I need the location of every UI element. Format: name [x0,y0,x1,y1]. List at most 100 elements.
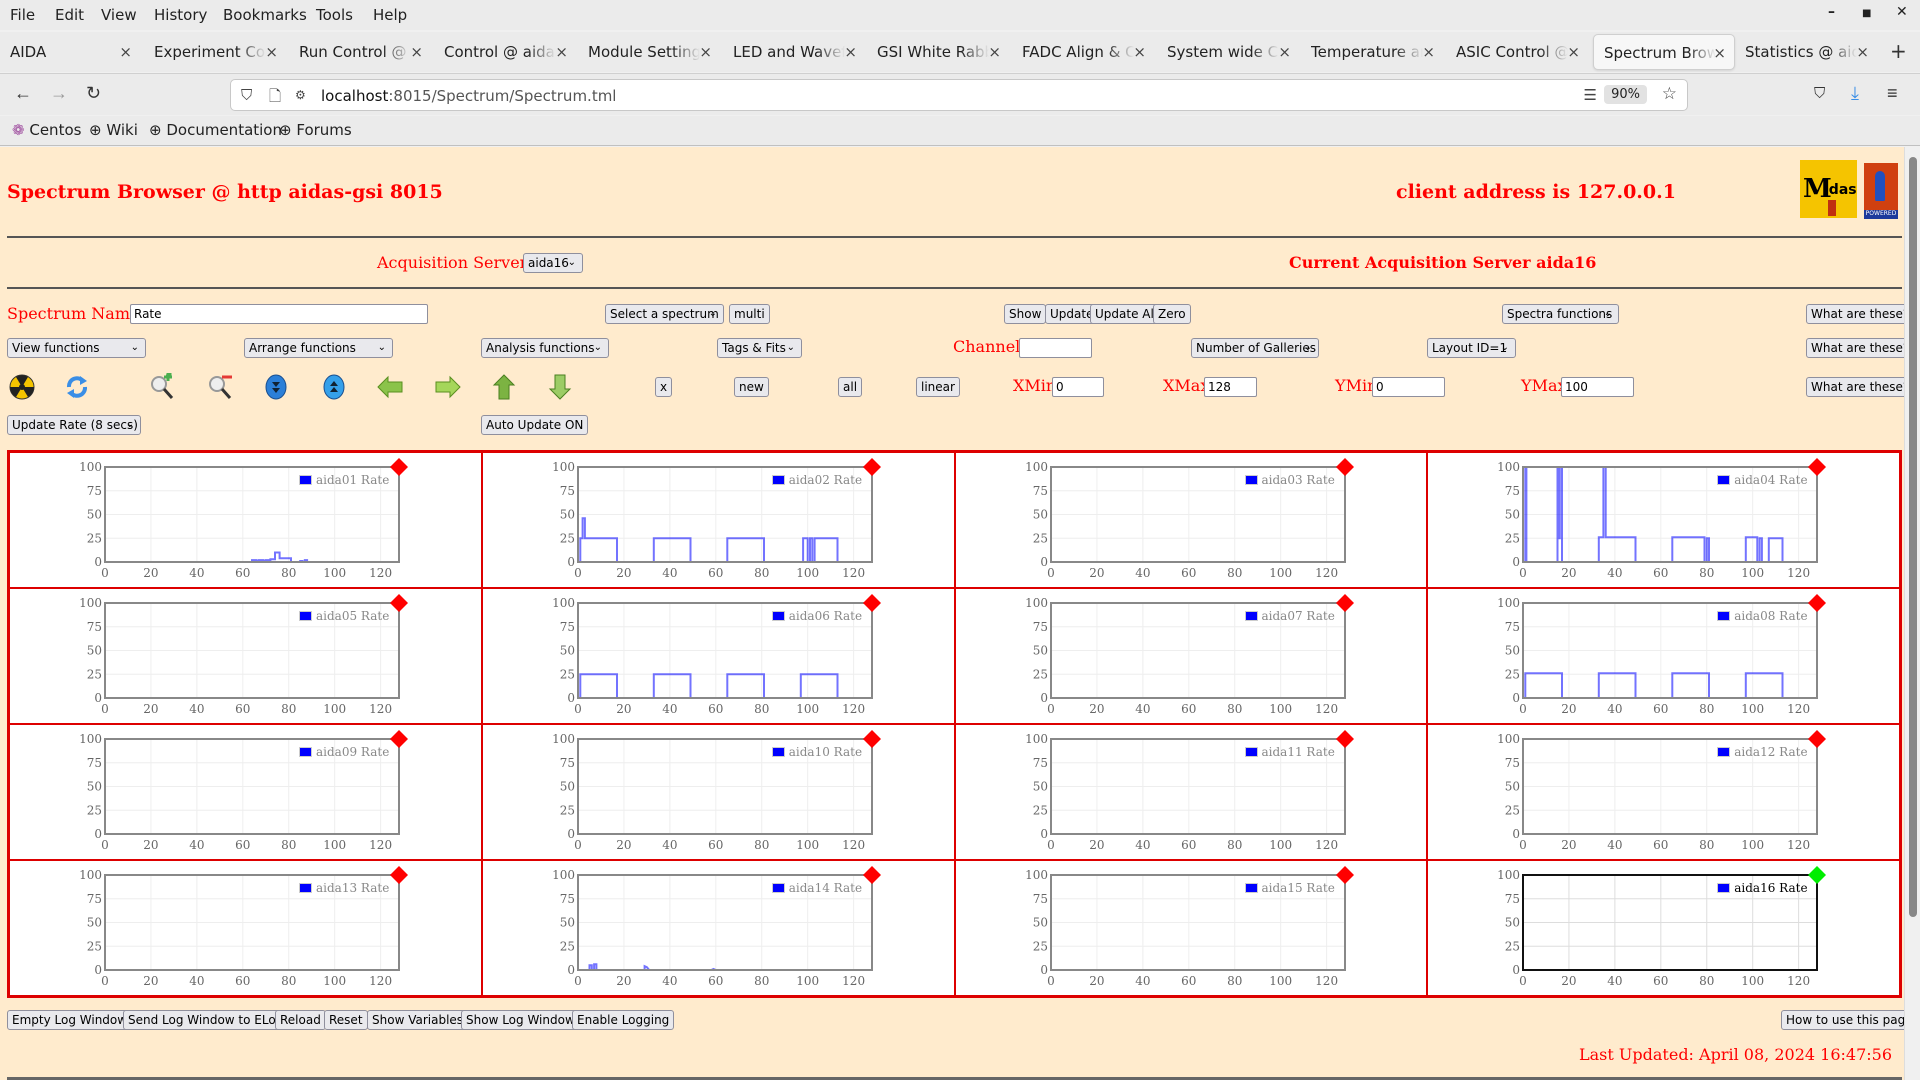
scrollbar-thumb[interactable] [1909,157,1917,917]
downloads-icon[interactable]: ⤓ [1851,83,1859,104]
empty-log-window-button[interactable]: Empty Log Window [7,1010,133,1030]
url-text[interactable]: localhost:8015/Spectrum/Spectrum.tml [321,87,616,105]
spectrum-chart[interactable]: 0 20 40 60 80 100 120 0 25 50 75 100 [10,589,483,725]
close-tab-icon[interactable]: × [1567,43,1580,61]
spectrum-panel[interactable]: 0 20 40 60 80 100 120 0 25 50 75 100 aida02 Rate [481,452,955,588]
bookmark-centos[interactable]: ❁ Centos [12,121,81,139]
tags-fits-dropdown[interactable]: Tags & Fits ⌄ [717,338,802,358]
x-button[interactable]: x [655,377,673,397]
menu-view[interactable]: View [101,6,137,24]
arrow-right-icon[interactable] [434,373,462,401]
show-button[interactable]: Show [1004,304,1047,324]
update-all-button[interactable]: Update All [1090,304,1163,324]
tab[interactable]: FADC Align & Control× [1012,34,1154,70]
zoom-in-icon[interactable] [148,373,176,401]
close-tab-icon[interactable]: × [1422,43,1435,61]
spectrum-panel[interactable]: 0 20 40 60 80 100 120 0 25 50 75 100 aida05 Rate [9,588,482,724]
bookmark-wiki[interactable]: ⊕ Wiki [89,121,138,139]
reload-icon[interactable]: ↻ [86,83,101,104]
linear-button[interactable]: linear [916,377,960,397]
page-scrollbar[interactable] [1904,147,1920,1080]
select-spectrum-dropdown[interactable]: Select a spectrum ⌄ [605,304,724,324]
bookmark-forums[interactable]: ⊕ Forums [279,121,352,139]
expand-up-icon[interactable] [320,373,348,401]
spectrum-panel[interactable]: 0 20 40 60 80 100 120 0 25 50 75 100 aida04 Rate [1427,452,1900,588]
multi-button[interactable]: multi [729,304,770,324]
spectrum-panel[interactable]: 0 20 40 60 80 100 120 0 25 50 75 100 aida09 Rate [9,724,482,860]
spectrum-chart[interactable]: 0 20 40 60 80 100 120 0 25 50 75 100 [956,589,1429,725]
spectrum-panel[interactable]: 0 20 40 60 80 100 120 0 25 50 75 100 aida01 Rate [9,452,482,588]
arrow-left-icon[interactable] [376,373,404,401]
menu-tools[interactable]: Tools [316,6,353,24]
menu-history[interactable]: History [154,6,207,24]
how-to-use-button[interactable]: How to use this page [1781,1010,1918,1030]
xmax-input[interactable] [1204,377,1257,397]
arrow-up-icon[interactable] [490,373,518,401]
tab[interactable]: Statistics @ aidas× [1735,34,1877,70]
arrange-functions-dropdown[interactable]: Arrange functions ⌄ [244,338,393,358]
reset-button[interactable]: Reset [324,1010,368,1030]
spectrum-chart[interactable]: 0 20 40 60 80 100 120 0 25 50 75 100 [1428,861,1901,997]
close-tab-icon[interactable]: × [119,43,132,61]
close-tab-icon[interactable]: × [410,43,423,61]
what-are-these-button[interactable]: What are these? [1806,304,1915,324]
close-tab-icon[interactable]: × [844,43,857,61]
spectrum-chart[interactable]: 0 20 40 60 80 100 120 0 25 50 75 100 [956,453,1429,589]
close-tab-icon[interactable]: × [1713,44,1726,62]
spectrum-chart[interactable]: 0 20 40 60 80 100 120 0 25 50 75 100 [483,725,956,861]
minimize-icon[interactable]: – [1828,4,1835,20]
close-tab-icon[interactable]: × [1278,43,1291,61]
ymin-input[interactable] [1372,377,1445,397]
menu-help[interactable]: Help [373,6,407,24]
auto-update-button[interactable]: Auto Update ON [481,415,589,435]
url-bar[interactable]: ⛉ 🗋 ⚙ localhost:8015/Spectrum/Spectrum.t… [230,79,1688,111]
close-tab-icon[interactable]: × [1856,43,1869,61]
new-tab-icon[interactable]: + [1890,39,1907,63]
spectrum-panel[interactable]: 0 20 40 60 80 100 120 0 25 50 75 100 aida14 Rate [481,860,956,997]
what-are-these-button[interactable]: What are these? [1806,377,1915,397]
spectrum-panel[interactable]: 0 20 40 60 80 100 120 0 25 50 75 100 aida06 Rate [481,588,956,725]
spectrum-chart[interactable]: 0 20 40 60 80 100 120 0 25 50 75 100 [483,589,956,725]
spectrum-chart[interactable]: 0 20 40 60 80 100 120 0 25 50 75 100 [10,725,483,861]
tab[interactable]: LED and Waveform× [723,34,865,70]
shield-icon[interactable]: ⛉ [241,86,252,104]
spectrum-chart[interactable]: 0 20 40 60 80 100 120 0 25 50 75 100 [10,453,483,589]
close-window-icon[interactable]: ✕ [1896,4,1908,20]
spectrum-panel[interactable]: 0 20 40 60 80 100 120 0 25 50 75 100 aida16 Rate [1427,860,1900,996]
tab[interactable]: System wide Checks× [1157,34,1299,70]
spectrum-chart[interactable]: 0 20 40 60 80 100 120 0 25 50 75 100 [483,861,956,997]
spectra-functions-dropdown[interactable]: Spectra functions ⌄ [1502,304,1619,324]
tab[interactable]: Module Settings × [578,34,720,70]
close-tab-icon[interactable]: × [265,43,278,61]
tab[interactable]: Temperature and× [1301,34,1443,70]
new-button[interactable]: new [734,377,769,397]
xmin-input[interactable] [1052,377,1104,397]
menu-bookmarks[interactable]: Bookmarks [223,6,307,24]
close-tab-icon[interactable]: × [699,43,712,61]
radiation-icon[interactable] [8,373,36,401]
forward-icon[interactable]: → [50,83,68,104]
spectrum-panel[interactable]: 0 20 40 60 80 100 120 0 25 50 75 100 aida15 Rate [954,860,1429,997]
spectrum-panel[interactable]: 0 20 40 60 80 100 120 0 25 50 75 100 aida11 Rate [954,724,1429,861]
spectrum-name-input[interactable] [130,304,428,324]
spectrum-chart[interactable]: 0 20 40 60 80 100 120 0 25 50 75 100 [956,861,1429,997]
zero-button[interactable]: Zero [1153,304,1191,324]
app-menu-icon[interactable]: ≡ [1887,83,1898,104]
menu-file[interactable]: File [10,6,35,24]
spectrum-panel[interactable]: 0 20 40 60 80 100 120 0 25 50 75 100 aida12 Rate [1427,724,1900,860]
close-tab-icon[interactable]: × [1133,43,1146,61]
show-log-window-button[interactable]: Show Log Window [461,1010,580,1030]
pocket-icon[interactable]: ⛉ [1814,85,1825,102]
show-variables-button[interactable]: Show Variables [367,1010,469,1030]
spectrum-panel[interactable]: 0 20 40 60 80 100 120 0 25 50 75 100 aida07 Rate [954,588,1429,725]
spectrum-panel[interactable]: 0 20 40 60 80 100 120 0 25 50 75 100 aida08 Rate [1427,588,1900,724]
permissions-icon[interactable]: ⚙ [295,88,306,102]
tab[interactable]: GSI White Rabbit× [867,34,1009,70]
expand-down-icon[interactable] [262,373,290,401]
menu-edit[interactable]: Edit [55,6,84,24]
tab[interactable]: Control @ aidas-gsi× [434,34,576,70]
spectrum-chart[interactable]: 0 20 40 60 80 100 120 0 25 50 75 100 [956,725,1429,861]
spectrum-panel[interactable]: 0 20 40 60 80 100 120 0 25 50 75 100 aida13 Rate [9,860,482,996]
spectrum-chart[interactable]: 0 20 40 60 80 100 120 0 25 50 75 100 [1428,453,1901,589]
send-log-to-elog-button[interactable]: Send Log Window to ELog [123,1010,289,1030]
